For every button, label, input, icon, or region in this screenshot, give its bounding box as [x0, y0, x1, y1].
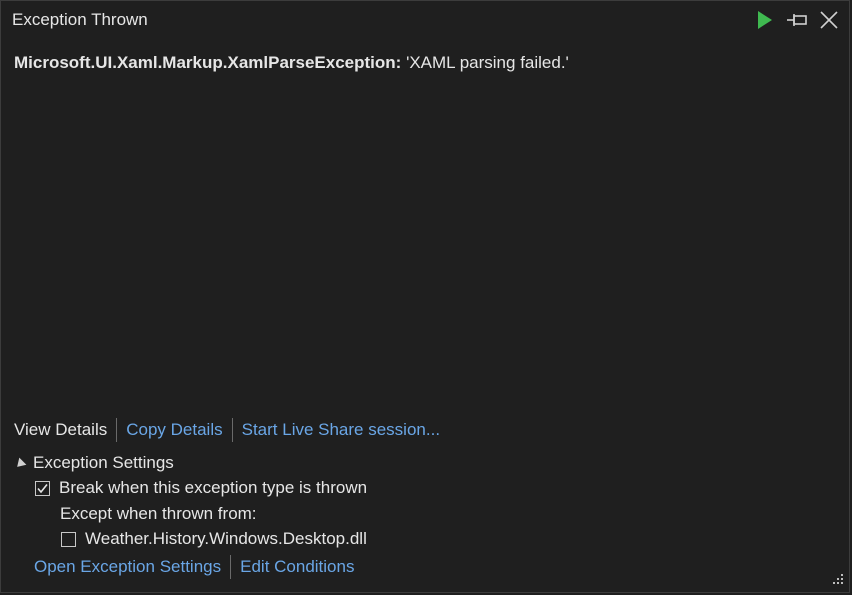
- exception-popup: Exception Thrown Microsoft.UI.Xaml.Marku…: [0, 0, 850, 593]
- play-icon: [758, 11, 772, 29]
- divider: [231, 418, 233, 442]
- view-details-link[interactable]: View Details: [14, 420, 107, 440]
- exception-message-line: Microsoft.UI.Xaml.Markup.XamlParseExcept…: [14, 53, 569, 73]
- divider: [230, 555, 232, 579]
- live-share-link[interactable]: Start Live Share session...: [242, 420, 440, 440]
- exception-settings-toggle[interactable]: Exception Settings: [13, 452, 174, 474]
- exception-settings-header: Exception Settings: [33, 453, 174, 472]
- pin-button[interactable]: [783, 7, 811, 33]
- checkmark-icon: [37, 483, 48, 493]
- copy-details-link[interactable]: Copy Details: [126, 420, 222, 440]
- window-title: Exception Thrown: [12, 10, 148, 29]
- divider: [116, 418, 118, 442]
- exception-type: Microsoft.UI.Xaml.Markup.XamlParseExcept…: [14, 53, 402, 72]
- expand-triangle-icon: [13, 457, 27, 470]
- break-on-throw-label: Break when this exception type is thrown: [59, 478, 368, 497]
- break-on-throw-row: Break when this exception type is thrown: [35, 477, 367, 499]
- break-on-throw-checkbox[interactable]: [35, 480, 50, 496]
- open-exception-settings-link[interactable]: Open Exception Settings: [34, 557, 221, 577]
- module-checkbox[interactable]: [61, 531, 76, 547]
- settings-actions: Open Exception Settings Edit Conditions: [34, 554, 354, 580]
- continue-button[interactable]: [751, 7, 779, 33]
- title-bar: Exception Thrown: [1, 1, 849, 39]
- resize-grip-icon[interactable]: [830, 573, 844, 587]
- module-row: Weather.History.Windows.Desktop.dll: [61, 528, 367, 550]
- exception-message: 'XAML parsing failed.': [406, 53, 569, 72]
- module-label: Weather.History.Windows.Desktop.dll: [85, 529, 367, 548]
- close-icon: [820, 11, 838, 29]
- edit-conditions-link[interactable]: Edit Conditions: [240, 557, 354, 577]
- title-actions: [751, 7, 843, 33]
- close-button[interactable]: [815, 7, 843, 33]
- pin-icon: [787, 14, 807, 26]
- details-actions: View Details Copy Details Start Live Sha…: [14, 417, 440, 443]
- except-when-label: Except when thrown from:: [60, 504, 257, 523]
